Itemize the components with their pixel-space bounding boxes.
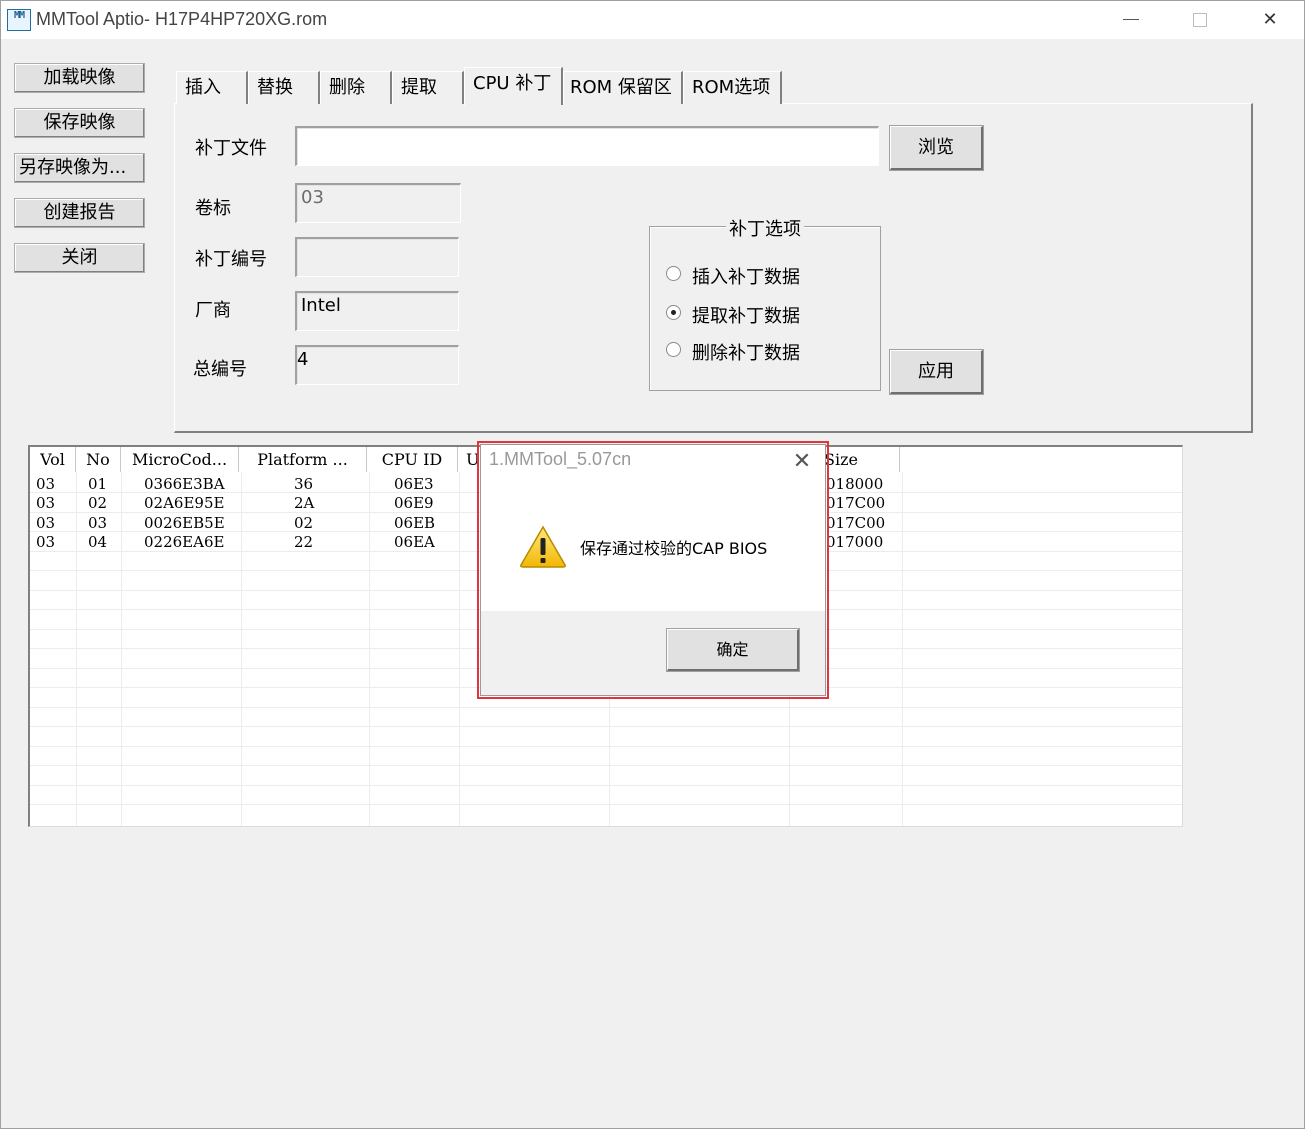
volume-field: 03 bbox=[295, 183, 461, 223]
column-cpu-id[interactable]: CPU ID bbox=[367, 447, 458, 472]
radio-circle[interactable] bbox=[666, 342, 681, 357]
radio-circle-selected[interactable] bbox=[666, 305, 681, 320]
highlight-outline bbox=[477, 441, 829, 699]
patch-options-title: 补丁选项 bbox=[726, 215, 804, 241]
column-filler bbox=[900, 447, 1182, 472]
column-microcode[interactable]: MicroCod... bbox=[121, 447, 239, 472]
vendor-field: Intel bbox=[295, 291, 459, 331]
close-icon: ✕ bbox=[1262, 9, 1278, 30]
tab-cpu-patch[interactable]: CPU 补丁 bbox=[464, 67, 563, 105]
column-vol[interactable]: Vol bbox=[30, 447, 76, 472]
patch-options-group: 补丁选项 插入补丁数据 提取补丁数据 删除补丁数据 bbox=[649, 215, 881, 391]
close-button[interactable]: 关闭 bbox=[14, 243, 145, 273]
maximize-button[interactable] bbox=[1177, 1, 1223, 39]
browse-button[interactable]: 浏览 bbox=[890, 126, 983, 170]
patch-number-label: 补丁编号 bbox=[195, 249, 267, 270]
create-report-button[interactable]: 创建报告 bbox=[14, 198, 145, 228]
main-window: MM MMTool Aptio- H17P4HP720XG.rom ✕ 加载映像… bbox=[0, 0, 1305, 1129]
volume-label: 卷标 bbox=[195, 198, 231, 219]
patch-file-input[interactable] bbox=[295, 126, 879, 166]
radio-dot bbox=[671, 310, 676, 315]
tab-insert[interactable]: 插入 bbox=[176, 71, 248, 104]
save-image-button[interactable]: 保存映像 bbox=[14, 108, 145, 138]
minimize-button[interactable] bbox=[1107, 1, 1153, 39]
tab-extract[interactable]: 提取 bbox=[392, 71, 464, 104]
column-platform[interactable]: Platform ... bbox=[239, 447, 367, 472]
radio-circle[interactable] bbox=[666, 266, 681, 281]
load-image-button[interactable]: 加载映像 bbox=[14, 63, 145, 93]
app-icon: MM bbox=[7, 9, 31, 31]
total-number-field: 4 bbox=[295, 345, 459, 385]
column-no[interactable]: No bbox=[76, 447, 121, 472]
total-number-label: 总编号 bbox=[193, 359, 247, 380]
save-image-as-button[interactable]: 另存映像为... bbox=[14, 153, 145, 183]
patch-file-label: 补丁文件 bbox=[195, 138, 267, 159]
maximize-icon bbox=[1193, 13, 1207, 27]
window-title: MMTool Aptio- H17P4HP720XG.rom bbox=[36, 9, 328, 29]
tab-replace[interactable]: 替换 bbox=[248, 71, 320, 104]
patch-number-field bbox=[295, 237, 459, 277]
vendor-label: 厂商 bbox=[195, 300, 231, 321]
tab-rom-options[interactable]: ROM选项 bbox=[683, 71, 782, 104]
close-window-button[interactable]: ✕ bbox=[1247, 1, 1293, 39]
tab-delete[interactable]: 删除 bbox=[320, 71, 392, 104]
tab-rom-reserved[interactable]: ROM 保留区 bbox=[563, 71, 683, 104]
minimize-icon bbox=[1123, 19, 1139, 20]
title-bar[interactable]: MM MMTool Aptio- H17P4HP720XG.rom ✕ bbox=[1, 1, 1304, 39]
apply-button[interactable]: 应用 bbox=[890, 350, 983, 394]
